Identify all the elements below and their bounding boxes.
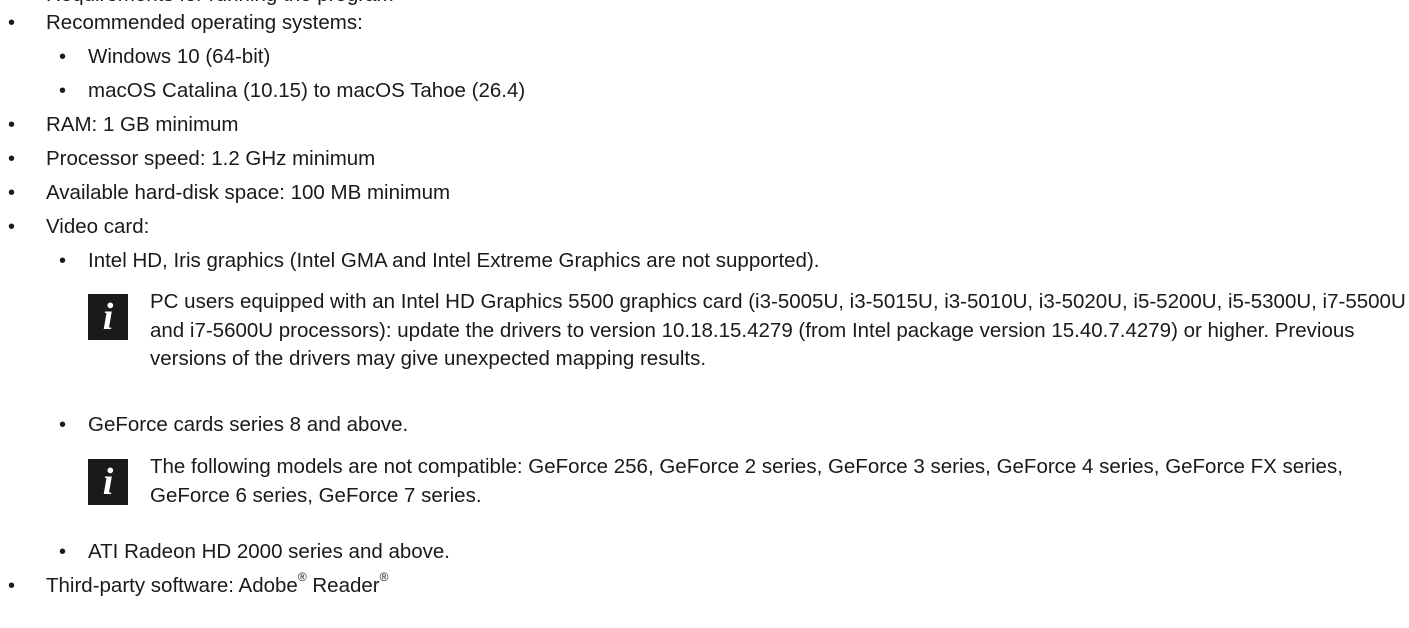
list-item-text: GeForce cards series 8 and above. (88, 413, 409, 436)
third-party-reader: Reader (306, 574, 380, 597)
third-party-prefix: Third-party software: Adobe (46, 574, 298, 597)
list-item-text: macOS Catalina (10.15) to macOS Tahoe (2… (88, 79, 526, 102)
list-item-text: Available hard-disk space: 100 MB minimu… (46, 181, 451, 204)
bullet: • (59, 541, 67, 563)
bullet: • (8, 575, 16, 597)
registered-mark: ® (297, 570, 307, 585)
list-item-text: Third-party software: Adobe® Reader® (46, 569, 388, 603)
bullet: • (59, 414, 67, 436)
info-icon: i (88, 294, 128, 340)
list-item-text: RAM: 1 GB minimum (46, 113, 239, 136)
note-text: PC users equipped with an Intel HD Graph… (150, 290, 1406, 370)
list-item-text: Intel HD, Iris graphics (Intel GMA and I… (88, 249, 820, 272)
bullet: • (59, 80, 67, 102)
bullet: • (8, 216, 16, 238)
info-icon: i (88, 459, 128, 505)
bullet: • (59, 46, 67, 68)
list-item-text: Video card: (46, 215, 150, 238)
bullet: • (8, 12, 16, 34)
list-item-text: Processor speed: 1.2 GHz minimum (46, 147, 376, 170)
registered-mark: ® (379, 570, 389, 585)
list-item-text: Recommended operating systems: (46, 11, 363, 34)
list-item-text: Windows 10 (64-bit) (88, 45, 271, 68)
bullet: • (8, 114, 16, 136)
list-item-text: ATI Radeon HD 2000 series and above. (88, 540, 451, 563)
bullet: • (8, 148, 16, 170)
bullet: • (8, 182, 16, 204)
note-text: The following models are not compatible:… (150, 455, 1343, 507)
bullet: • (59, 250, 67, 272)
